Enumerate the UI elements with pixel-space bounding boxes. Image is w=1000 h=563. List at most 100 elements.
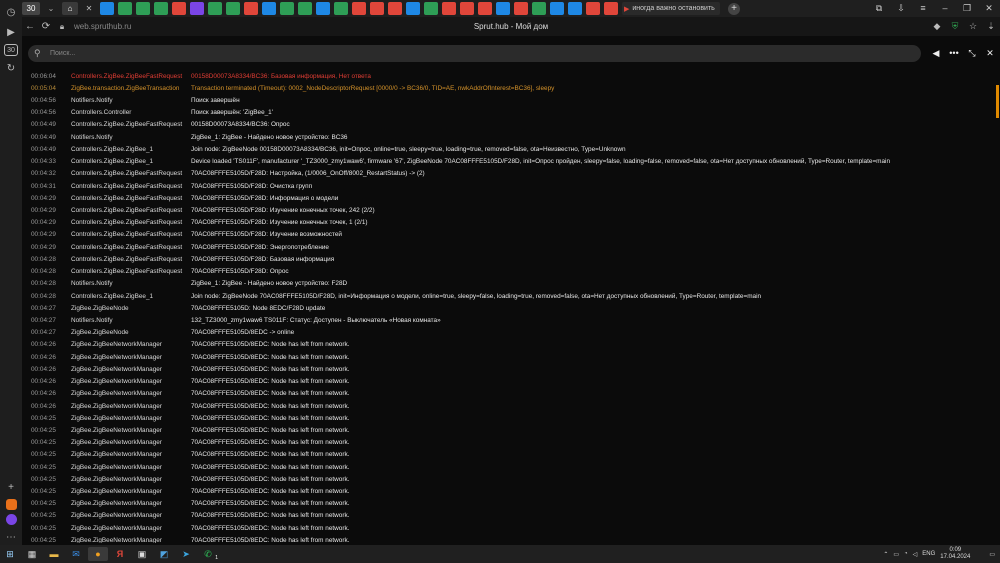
tab-favicon-24[interactable] (514, 2, 528, 15)
log-row: 00:06:04 Controllers.ZigBee.ZigBeeFastReq… (22, 70, 990, 82)
maximize-icon[interactable]: ❐ (956, 3, 978, 14)
tab-favicon-16[interactable] (370, 2, 384, 15)
close-icon[interactable]: ✕ (981, 48, 999, 59)
shield-icon[interactable]: ⛨ (946, 21, 964, 32)
tab-favicon-8[interactable] (226, 2, 240, 15)
log-time: 00:04:26 (31, 402, 56, 410)
tab-favicon-27[interactable] (568, 2, 582, 15)
tab-favicon-13[interactable] (316, 2, 330, 15)
tab-favicon-20[interactable] (442, 2, 456, 15)
log-scrollbar[interactable] (996, 85, 999, 118)
more-icon[interactable]: ⋯ (3, 529, 19, 545)
new-tab-button[interactable]: + (728, 2, 740, 15)
taskbar-app-3[interactable]: ◩ (154, 547, 174, 561)
play-icon[interactable]: ▶ (3, 24, 19, 40)
tab-favicon-21[interactable] (460, 2, 474, 15)
tab-favicon-28[interactable] (586, 2, 600, 15)
star-icon[interactable]: ☆ (964, 21, 982, 32)
url-text[interactable]: web.spruthub.ru (74, 22, 131, 31)
tab-favicon-17[interactable] (388, 2, 402, 15)
clock[interactable]: 0:09 17.04.2024 (940, 547, 975, 561)
log-time: 00:04:26 (31, 341, 56, 349)
tab-favicon-7[interactable] (208, 2, 222, 15)
bookmarks-icon[interactable]: ⧉ (868, 3, 890, 14)
alice-icon[interactable] (5, 514, 17, 525)
lock-icon: 🔒︎ (59, 21, 65, 31)
tab-favicon-12[interactable] (298, 2, 312, 15)
taskbar-app-1[interactable]: ▦ (22, 547, 42, 561)
system-tray: ⌃ ▭ ◔ ◁ ENG 0:09 17.04.2024 ▭ (883, 547, 1000, 561)
volume-icon[interactable]: ◁ (913, 551, 918, 558)
tab-favicon-11[interactable] (280, 2, 294, 15)
tab-favicon-23[interactable] (496, 2, 510, 15)
sidebar-counter[interactable]: 30 (4, 44, 18, 56)
tab-favicon-15[interactable] (352, 2, 366, 15)
menu-icon[interactable]: ≡ (912, 3, 934, 14)
windows-start-icon[interactable]: ⊞ (0, 547, 20, 561)
yandex-browser-icon[interactable]: ● (88, 547, 108, 561)
tab-favicon-4[interactable] (154, 2, 168, 15)
tab-favicon-2[interactable] (118, 2, 132, 15)
log-source: ZigBee.ZigBeeNode (71, 329, 129, 337)
file-explorer-icon[interactable]: ▬ (44, 547, 64, 561)
log-message: 70AC08FFFE5105D/F28D: Изучение возможнос… (191, 231, 342, 239)
extension-icon[interactable]: ◆ (928, 21, 946, 32)
window-controls: ⧉ ⇩ ≡ – ❐ ✕ (868, 3, 1000, 14)
whatsapp-icon[interactable]: ✆ 1 (198, 547, 218, 562)
tab-favicon-18[interactable] (406, 2, 420, 15)
fullscreen-icon[interactable]: ⤡ (963, 48, 981, 59)
log-source: Controllers.ZigBee.ZigBeeFastRequest (71, 268, 183, 276)
back-icon[interactable]: ← (22, 21, 38, 32)
log-time: 00:04:29 (31, 194, 56, 202)
tab-favicon-9[interactable] (244, 2, 258, 15)
collapse-left-icon[interactable]: ◀ (927, 48, 945, 59)
minimize-icon[interactable]: – (934, 3, 956, 14)
taskbar-app-2[interactable]: ▣ (132, 547, 152, 561)
log-row: 00:04:25 ZigBee.ZigBeeNetworkManager 70AC0… (22, 461, 990, 473)
tab-favicon-5[interactable] (172, 2, 186, 15)
add-icon[interactable]: + (3, 479, 19, 495)
clock-icon[interactable]: ◷ (3, 4, 19, 20)
tab-favicon-22[interactable] (478, 2, 492, 15)
refresh-icon[interactable]: ⟳ (38, 21, 54, 32)
log-row: 00:04:26 ZigBee.ZigBeeNetworkManager 70AC0… (22, 339, 990, 351)
tab-counter[interactable]: 30 (22, 2, 40, 15)
tab-favicon-25[interactable] (532, 2, 546, 15)
tab-favicon-26[interactable] (550, 2, 564, 15)
log-source: Controllers.ZigBee.ZigBeeFastRequest (71, 231, 183, 239)
network-icon[interactable]: ◔ (904, 551, 908, 557)
close-window-icon[interactable]: ✕ (978, 3, 1000, 14)
log-time: 00:04:27 (31, 316, 56, 324)
more-options-icon[interactable]: ••• (945, 48, 963, 59)
language-indicator[interactable]: ENG (922, 551, 935, 557)
notifications-icon[interactable]: ▭ (989, 551, 995, 558)
save-icon[interactable]: ⇣ (982, 21, 1000, 32)
tab-favicon-3[interactable] (136, 2, 150, 15)
yandex-app-icon[interactable]: Я (110, 547, 130, 561)
log-row: 00:04:26 ZigBee.ZigBeeNetworkManager 70AC0… (22, 363, 990, 375)
tab-close-icon[interactable]: ✕ (82, 2, 96, 15)
log-time: 00:04:49 (31, 133, 56, 141)
tab-favicon-29[interactable] (604, 2, 618, 15)
tab-favicon-10[interactable] (262, 2, 276, 15)
history-icon[interactable]: ↻ (3, 60, 19, 76)
telegram-icon[interactable]: ➤ (176, 547, 196, 561)
tab-favicon-14[interactable] (334, 2, 348, 15)
notification-badge: 1 (215, 555, 218, 561)
tray-chevron-icon[interactable]: ⌃ (883, 551, 888, 558)
download-icon[interactable]: ⇩ (890, 3, 912, 14)
mail-icon[interactable]: ✉ (66, 547, 86, 561)
tab-video[interactable]: ▶ иногда важно остановить (622, 2, 720, 15)
log-source: Controllers.ZigBee.ZigBeeFastRequest (71, 121, 183, 129)
tray-display-icon[interactable]: ▭ (893, 551, 899, 558)
tab-list-icon[interactable]: ⌄ (44, 2, 58, 15)
tab-favicon-19[interactable] (424, 2, 438, 15)
tab-favicon-1[interactable] (100, 2, 114, 15)
search-input[interactable] (48, 49, 852, 58)
app-icon[interactable] (5, 499, 17, 510)
log-time: 00:05:04 (31, 84, 56, 92)
log-row: 00:04:29 Controllers.ZigBee.ZigBeeFastReq… (22, 217, 990, 229)
tab-favicon-6[interactable] (190, 2, 204, 15)
tab-sprut-hub[interactable]: ⌂ (62, 2, 78, 15)
log-message: 70AC08FFFE5105D/8EDC: Node has left from… (191, 475, 350, 483)
